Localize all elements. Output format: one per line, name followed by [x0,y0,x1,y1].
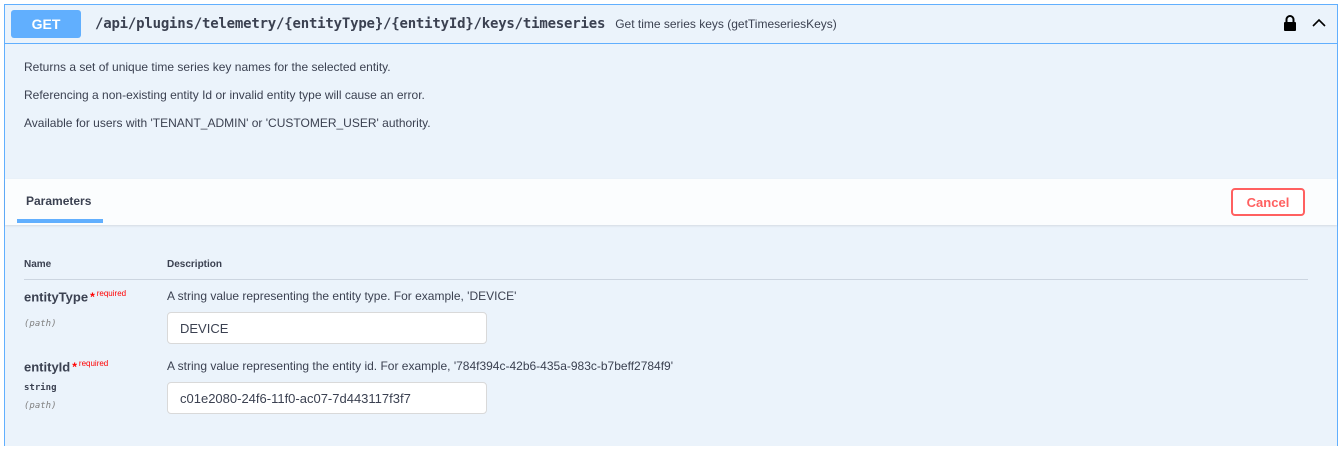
tab-active-indicator [17,219,103,223]
cancel-button[interactable]: Cancel [1231,188,1305,216]
endpoint-path: /api/plugins/telemetry/{entityType}/{ent… [95,16,606,32]
parameter-in: (path) [24,319,57,329]
description-line: Referencing a non-existing entity Id or … [24,88,425,102]
parameter-in: (path) [24,401,57,411]
header-divider [24,279,1308,280]
entity-id-input[interactable] [167,382,487,414]
description-line: Available for users with 'TENANT_ADMIN' … [24,116,431,130]
parameters-section-header: Parameters Cancel [5,179,1337,225]
operation-summary[interactable]: GET /api/plugins/telemetry/{entityType}/… [5,5,1337,44]
parameter-name-text: entityId [24,359,71,375]
operation-block: GET /api/plugins/telemetry/{entityType}/… [4,4,1338,446]
parameter-type: string [24,383,57,393]
required-star: * [72,360,77,375]
column-header-description: Description [167,259,223,270]
http-method-badge: GET [11,10,81,38]
parameter-description: A string value representing the entity i… [167,359,674,373]
required-label: required [78,359,109,368]
parameter-name: entityId * required [24,359,108,374]
parameter-name: entityType * required [24,289,126,304]
lock-icon[interactable] [1283,14,1297,32]
chevron-up-icon[interactable] [1311,15,1327,31]
parameter-description: A string value representing the entity t… [167,289,517,303]
required-label: required [96,289,127,298]
operation-summary-description: Get time series keys (getTimeseriesKeys) [615,17,837,31]
operation-description: Returns a set of unique time series key … [5,44,1337,178]
tab-parameters[interactable]: Parameters [26,194,91,208]
required-star: * [90,290,95,305]
entity-type-input[interactable] [167,312,487,344]
column-header-name: Name [24,259,52,270]
description-line: Returns a set of unique time series key … [24,60,391,74]
parameter-name-text: entityType [24,289,89,305]
